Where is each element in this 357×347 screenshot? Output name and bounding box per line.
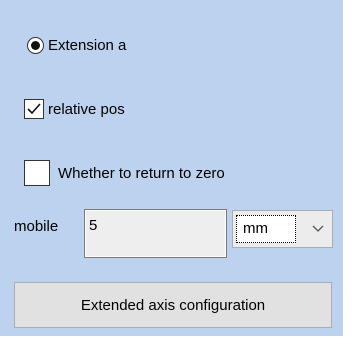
radio-selected-dot [31, 41, 40, 50]
relative-position-option[interactable]: relative pos [24, 99, 174, 119]
relative-position-label: relative pos [48, 100, 125, 118]
mobile-label: mobile [14, 218, 59, 235]
input-inner-border [85, 210, 226, 257]
extension-radio-option[interactable]: Extension a [27, 37, 133, 54]
radio-button[interactable] [27, 37, 44, 54]
relative-position-checkbox[interactable] [24, 99, 44, 119]
return-to-zero-label: Whether to return to zero [58, 164, 225, 182]
settings-panel: Extension a relative pos Whether to retu… [0, 0, 343, 336]
chevron-down-icon[interactable] [312, 223, 324, 233]
radio-label: Extension a [48, 37, 127, 54]
return-to-zero-checkbox[interactable] [24, 160, 50, 186]
extended-axis-configuration-button[interactable]: Extended axis configuration [14, 282, 332, 328]
return-to-zero-option[interactable]: Whether to return to zero [24, 160, 225, 186]
distance-input-value: 5 [89, 217, 98, 234]
check-icon [27, 103, 41, 115]
unit-select-value: mm [236, 215, 296, 243]
unit-select[interactable]: mm [232, 210, 333, 248]
distance-input[interactable]: 5 [84, 209, 227, 258]
